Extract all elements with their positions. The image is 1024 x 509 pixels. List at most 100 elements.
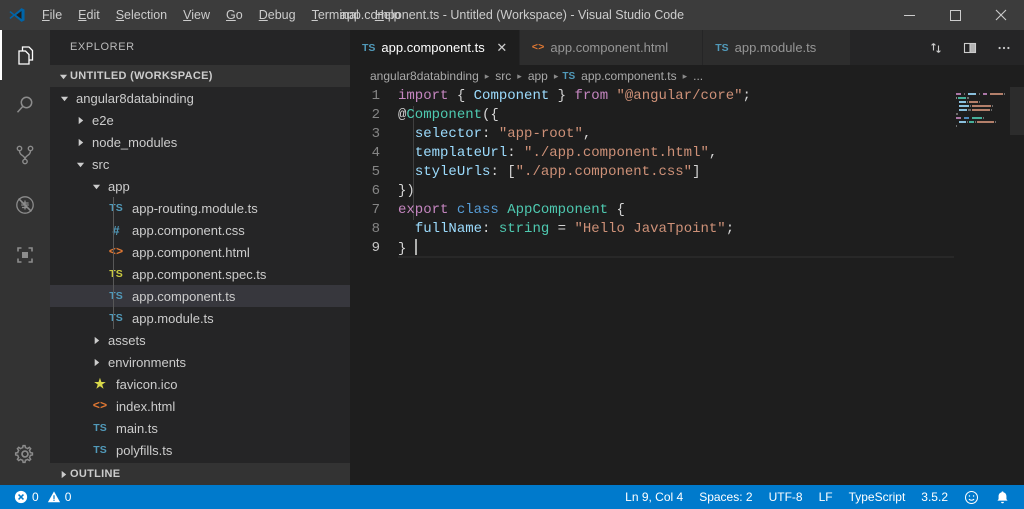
tree-file-index.html[interactable]: <> index.html [50, 395, 350, 417]
activity-debug-icon[interactable] [0, 180, 50, 230]
tab-app.component.html[interactable]: <>app.component.html✕ [519, 30, 704, 65]
menu-help[interactable]: Help [367, 0, 409, 30]
activity-gear-icon[interactable] [0, 429, 50, 479]
menu-edit[interactable]: Edit [70, 0, 108, 30]
chevron-down-icon[interactable] [58, 87, 70, 109]
breadcrumb-segment[interactable]: src [493, 69, 513, 83]
status-language-mode[interactable]: TypeScript [841, 485, 914, 509]
menu-view[interactable]: View [175, 0, 218, 30]
maximize-button[interactable] [932, 0, 978, 30]
status-eol[interactable]: LF [811, 485, 841, 509]
tree-folder-node_modules[interactable]: node_modules [50, 131, 350, 153]
menu-terminal[interactable]: Terminal [304, 0, 367, 30]
chevron-right-icon[interactable] [90, 351, 102, 373]
tree-file-app.component.html[interactable]: <> app.component.html [50, 241, 350, 263]
ts-file-icon: TS [362, 41, 376, 54]
chevron-right-icon[interactable] [74, 109, 86, 131]
breadcrumb-segment[interactable]: app [526, 69, 550, 83]
status-cursor-position[interactable]: Ln 9, Col 4 [617, 485, 691, 509]
code-line[interactable]: styleUrls: ["./app.component.css"] [398, 163, 1024, 182]
minimap-line [954, 121, 1010, 124]
code-line[interactable]: selector: "app-root", [398, 125, 1024, 144]
code-token: ; [742, 88, 751, 104]
tab-app.module.ts[interactable]: TSapp.module.ts✕ [703, 30, 852, 65]
tree-item-label: favicon.ico [116, 376, 178, 392]
tree-folder-e2e[interactable]: e2e [50, 109, 350, 131]
layout-panel-icon[interactable] [960, 36, 980, 60]
minimap[interactable] [954, 87, 1010, 485]
editor-scrollbar[interactable] [1010, 87, 1024, 485]
breadcrumb[interactable]: angular8databinding ▸ src ▸ app ▸ TS app.compon… [350, 65, 1024, 87]
star-file-icon: ★ [94, 376, 106, 391]
menu-go[interactable]: Go [218, 0, 251, 30]
close-button[interactable] [978, 0, 1024, 30]
tree-folder-assets[interactable]: assets [50, 329, 350, 351]
breadcrumb-separator-icon: ▸ [553, 70, 559, 81]
activity-explorer-icon[interactable] [0, 30, 50, 80]
status-problems[interactable]: 0 0 [8, 485, 77, 509]
tree-folder-src[interactable]: src [50, 153, 350, 175]
tree-folder-angular8databinding[interactable]: angular8databinding [50, 87, 350, 109]
chevron-right-icon[interactable] [74, 131, 86, 153]
status-typescript-version[interactable]: 3.5.2 [913, 485, 956, 509]
code-content[interactable]: import { Component } from "@angular/core… [398, 87, 1024, 485]
code-line[interactable]: @Component({ [398, 106, 1024, 125]
minimap-token [983, 117, 985, 119]
tree-folder-app[interactable]: app [50, 175, 350, 197]
bell-icon[interactable] [987, 485, 1018, 509]
workspace-section-header[interactable]: UNTITLED (WORKSPACE) [50, 65, 350, 87]
tree-file-main.ts[interactable]: TS main.ts [50, 417, 350, 439]
line-number: 4 [371, 145, 380, 161]
activity-extensions-icon[interactable] [0, 230, 50, 280]
code-token: fullName [414, 221, 483, 237]
tree-file-app.component.ts[interactable]: TS app.component.ts [50, 285, 350, 307]
breadcrumb-file-icon: TS [562, 70, 576, 82]
minimap-token [956, 117, 962, 119]
line-number: 8 [371, 221, 380, 237]
activity-source-control-icon[interactable] [0, 130, 50, 180]
tree-file-app.component.css[interactable]: # app.component.css [50, 219, 350, 241]
tree-file-favicon.ico[interactable]: ★ favicon.ico [50, 373, 350, 395]
tree-file-app.module.ts[interactable]: TS app.module.ts [50, 307, 350, 329]
minimap-token [977, 121, 994, 123]
tree-folder-environments[interactable]: environments [50, 351, 350, 373]
tab-close-icon[interactable]: ✕ [495, 40, 509, 56]
code-line[interactable]: export class AppComponent { [398, 201, 1024, 220]
outline-section-header[interactable]: OUTLINE [50, 463, 350, 485]
menu-debug[interactable]: Debug [251, 0, 304, 30]
tree-item-label: assets [108, 332, 146, 348]
tree-file-app.component.spec.ts[interactable]: TS app.component.spec.ts [50, 263, 350, 285]
tree-item-label: app.module.ts [132, 310, 214, 326]
breadcrumb-segment[interactable]: angular8databinding [368, 69, 481, 83]
menu-selection[interactable]: Selection [108, 0, 175, 30]
breadcrumb-segment[interactable]: app.component.ts [579, 69, 678, 83]
tree-item-label: app.component.ts [132, 288, 236, 304]
smiley-icon[interactable] [956, 485, 987, 509]
activity-search-icon[interactable] [0, 80, 50, 130]
tab-app.component.ts[interactable]: TS app.component.ts ✕ [350, 30, 520, 65]
code-line[interactable]: templateUrl: "./app.component.html", [398, 144, 1024, 163]
ellipsis-icon[interactable] [994, 36, 1014, 60]
status-indentation[interactable]: Spaces: 2 [691, 485, 760, 509]
minimap-gap [962, 117, 963, 119]
chevron-down-icon[interactable] [90, 175, 102, 197]
menu-file[interactable]: File [34, 0, 70, 30]
tree-file-polyfills.ts[interactable]: TS polyfills.ts [50, 439, 350, 461]
status-encoding[interactable]: UTF-8 [761, 485, 811, 509]
chevron-down-icon[interactable] [74, 153, 86, 175]
minimap-slider[interactable] [1010, 87, 1024, 135]
code-line[interactable]: }) [398, 182, 1024, 201]
code-line[interactable]: import { Component } from "@angular/core… [398, 87, 1024, 106]
code-editor[interactable]: 1 2 3 4 5 6 7 8 9 import { Component } from "@an… [350, 87, 1024, 485]
code-token: { [456, 88, 466, 104]
code-line[interactable]: } [398, 239, 1024, 258]
minimize-button[interactable] [886, 0, 932, 30]
chevron-right-icon[interactable] [90, 329, 102, 351]
code-line[interactable]: fullName: string = "Hello JavaTpoint"; [398, 220, 1024, 239]
breadcrumb-segment[interactable]: ... [691, 69, 705, 83]
tree-file-app-routing.module.ts[interactable]: TS app-routing.module.ts [50, 197, 350, 219]
split-editor-icon[interactable] [926, 36, 946, 60]
